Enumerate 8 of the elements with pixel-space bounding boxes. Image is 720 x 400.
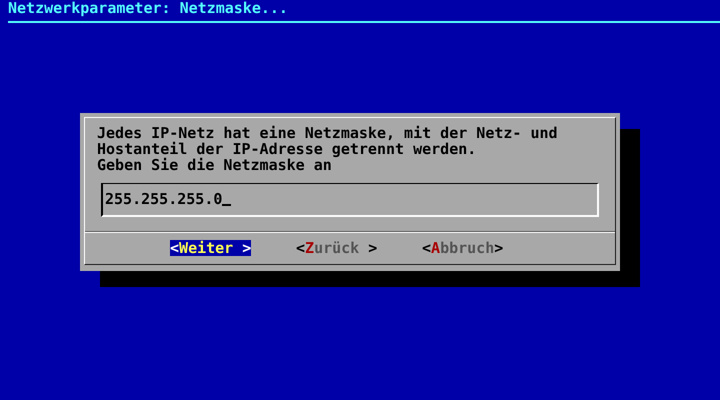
- dialog-button[interactable]: <Weiter >: [170, 240, 251, 256]
- netmask-input-field[interactable]: 255.255.255.0: [101, 183, 599, 217]
- dialog-button[interactable]: <Abbruch>: [422, 240, 503, 256]
- message-line: Hostanteil der IP-Adresse getrennt werden.: [97, 141, 478, 157]
- dialog-button[interactable]: <Zurück >: [296, 240, 377, 256]
- message-line: Jedes IP-Netz hat eine Netzmaske, mit der Netz- und: [97, 125, 559, 141]
- screen-title: Netzwerkparameter: Netzmaske...: [8, 0, 288, 16]
- message-line: Geben Sie die Netzmaske an: [97, 157, 332, 173]
